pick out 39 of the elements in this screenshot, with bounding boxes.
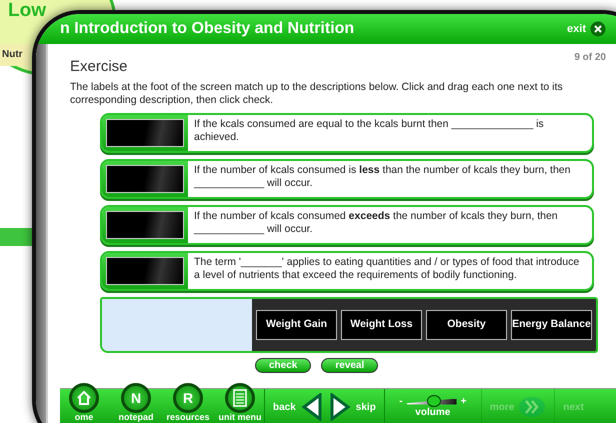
background-tab[interactable]: Nutr	[0, 44, 30, 66]
volume-plus: +	[460, 396, 466, 407]
nav-button[interactable]: ome	[60, 383, 108, 423]
page-counter: 9 of 20	[574, 52, 606, 65]
action-button[interactable]: check	[255, 358, 312, 374]
drop-slot[interactable]	[106, 257, 184, 286]
drop-slot[interactable]	[106, 119, 184, 148]
instructions-text: The labels at the foot of the screen match up to the descriptions below. Click and drag each one next to its corresponding description, then click check.	[70, 81, 564, 108]
drop-slot[interactable]	[106, 211, 184, 240]
home-icon	[76, 390, 92, 406]
logo-text: Low	[8, 1, 46, 21]
drag-label[interactable]: Weight Gain	[256, 310, 337, 340]
description-text: The term '_______' applies to eating quantities and / or types of food that introduce a level of nutrients that exceed the requirements of bodily functioning.	[193, 255, 580, 284]
volume-slider[interactable]	[406, 396, 457, 406]
list-icon	[233, 389, 247, 407]
description-text: If the number of kcals consumed is less than the number of kcals they burn, then ____________ will occur.	[192, 163, 572, 192]
back-link[interactable]: back	[273, 402, 296, 412]
nav-button[interactable]: R resources	[164, 383, 212, 423]
back-arrow-button[interactable]	[300, 393, 324, 421]
drag-label[interactable]: Weight Loss	[341, 310, 422, 340]
window-title: n Introduction to Obesity and Nutrition	[60, 20, 354, 38]
description-text: If the kcals consumed are equal to the kcals burnt then ______________ is achieved.	[193, 117, 545, 146]
nav-button[interactable]: N notepad	[112, 383, 160, 423]
volume-minus: -	[399, 396, 403, 407]
close-icon	[590, 21, 606, 37]
exit-button[interactable]: exit	[567, 21, 606, 37]
nav-button[interactable]: unit menu	[216, 383, 264, 423]
action-button[interactable]: reveal	[321, 358, 378, 374]
volume-label: volume	[415, 407, 450, 418]
drop-slot[interactable]	[106, 165, 184, 194]
drag-label[interactable]: Energy Balance	[511, 310, 592, 340]
letter-icon: N	[130, 390, 142, 406]
skip-arrow-button[interactable]	[328, 393, 352, 421]
exercise-heading: Exercise	[70, 58, 128, 75]
chevron-icon	[518, 396, 546, 418]
skip-link[interactable]: skip	[356, 402, 376, 412]
letter-icon: R	[182, 390, 194, 406]
drag-label[interactable]: Obesity	[426, 310, 507, 340]
description-text: If the number of kcals consumed exceeds the number of kcals they burn, then ____________ will occur.	[192, 209, 559, 238]
